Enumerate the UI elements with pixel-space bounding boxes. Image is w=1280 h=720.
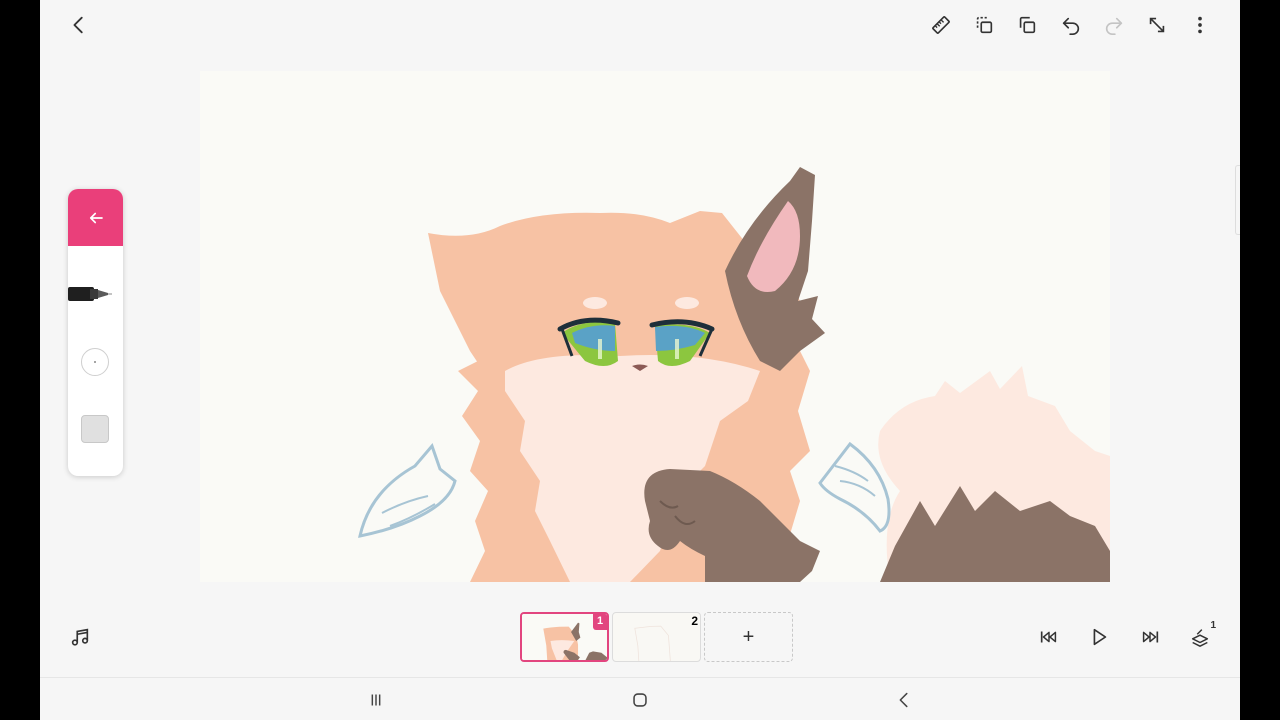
system-nav-bar <box>40 677 1240 720</box>
pen-tool-button[interactable] <box>68 279 123 309</box>
undo-icon[interactable] <box>1056 10 1086 40</box>
ruler-icon[interactable] <box>926 10 956 40</box>
layer-copy-icon[interactable] <box>969 10 999 40</box>
side-handle[interactable] <box>1235 165 1240 235</box>
play-icon[interactable] <box>1084 622 1114 652</box>
music-icon[interactable] <box>65 622 95 652</box>
frame-thumbnail-1[interactable]: 1 <box>520 612 609 662</box>
onion-skin-icon[interactable]: 1 <box>1185 620 1216 652</box>
redo-icon[interactable] <box>1099 10 1129 40</box>
left-wing <box>358 443 457 538</box>
back-icon[interactable] <box>64 10 94 40</box>
arrow-left-icon <box>89 212 103 223</box>
nav-back-icon[interactable] <box>889 685 919 715</box>
tool-panel-back-button[interactable] <box>68 189 123 246</box>
brush-size-button[interactable] <box>81 348 109 376</box>
home-icon[interactable] <box>625 685 655 715</box>
skip-to-start-icon[interactable] <box>1034 622 1064 652</box>
pen-icon <box>68 287 112 301</box>
more-icon[interactable] <box>1185 10 1215 40</box>
fox-drawing <box>358 167 1110 582</box>
recent-apps-icon[interactable] <box>361 685 391 715</box>
skip-to-end-icon[interactable] <box>1135 622 1165 652</box>
add-frame-button[interactable]: + <box>704 612 793 662</box>
duplicate-icon[interactable] <box>1012 10 1042 40</box>
frame-number-2: 2 <box>691 614 698 628</box>
color-picker-button[interactable] <box>81 415 109 443</box>
frame-thumbnail-2[interactable]: 2 <box>612 612 701 662</box>
fullscreen-icon[interactable] <box>1142 10 1172 40</box>
frame-preview-image <box>634 625 671 661</box>
tool-panel <box>68 189 123 476</box>
right-wing <box>818 441 891 533</box>
app-window: 1 2 + 1 <box>40 0 1240 720</box>
frame-number-1: 1 <box>593 614 607 630</box>
drawing-canvas[interactable] <box>200 71 1110 582</box>
onion-skin-count: 1 <box>1210 620 1216 631</box>
